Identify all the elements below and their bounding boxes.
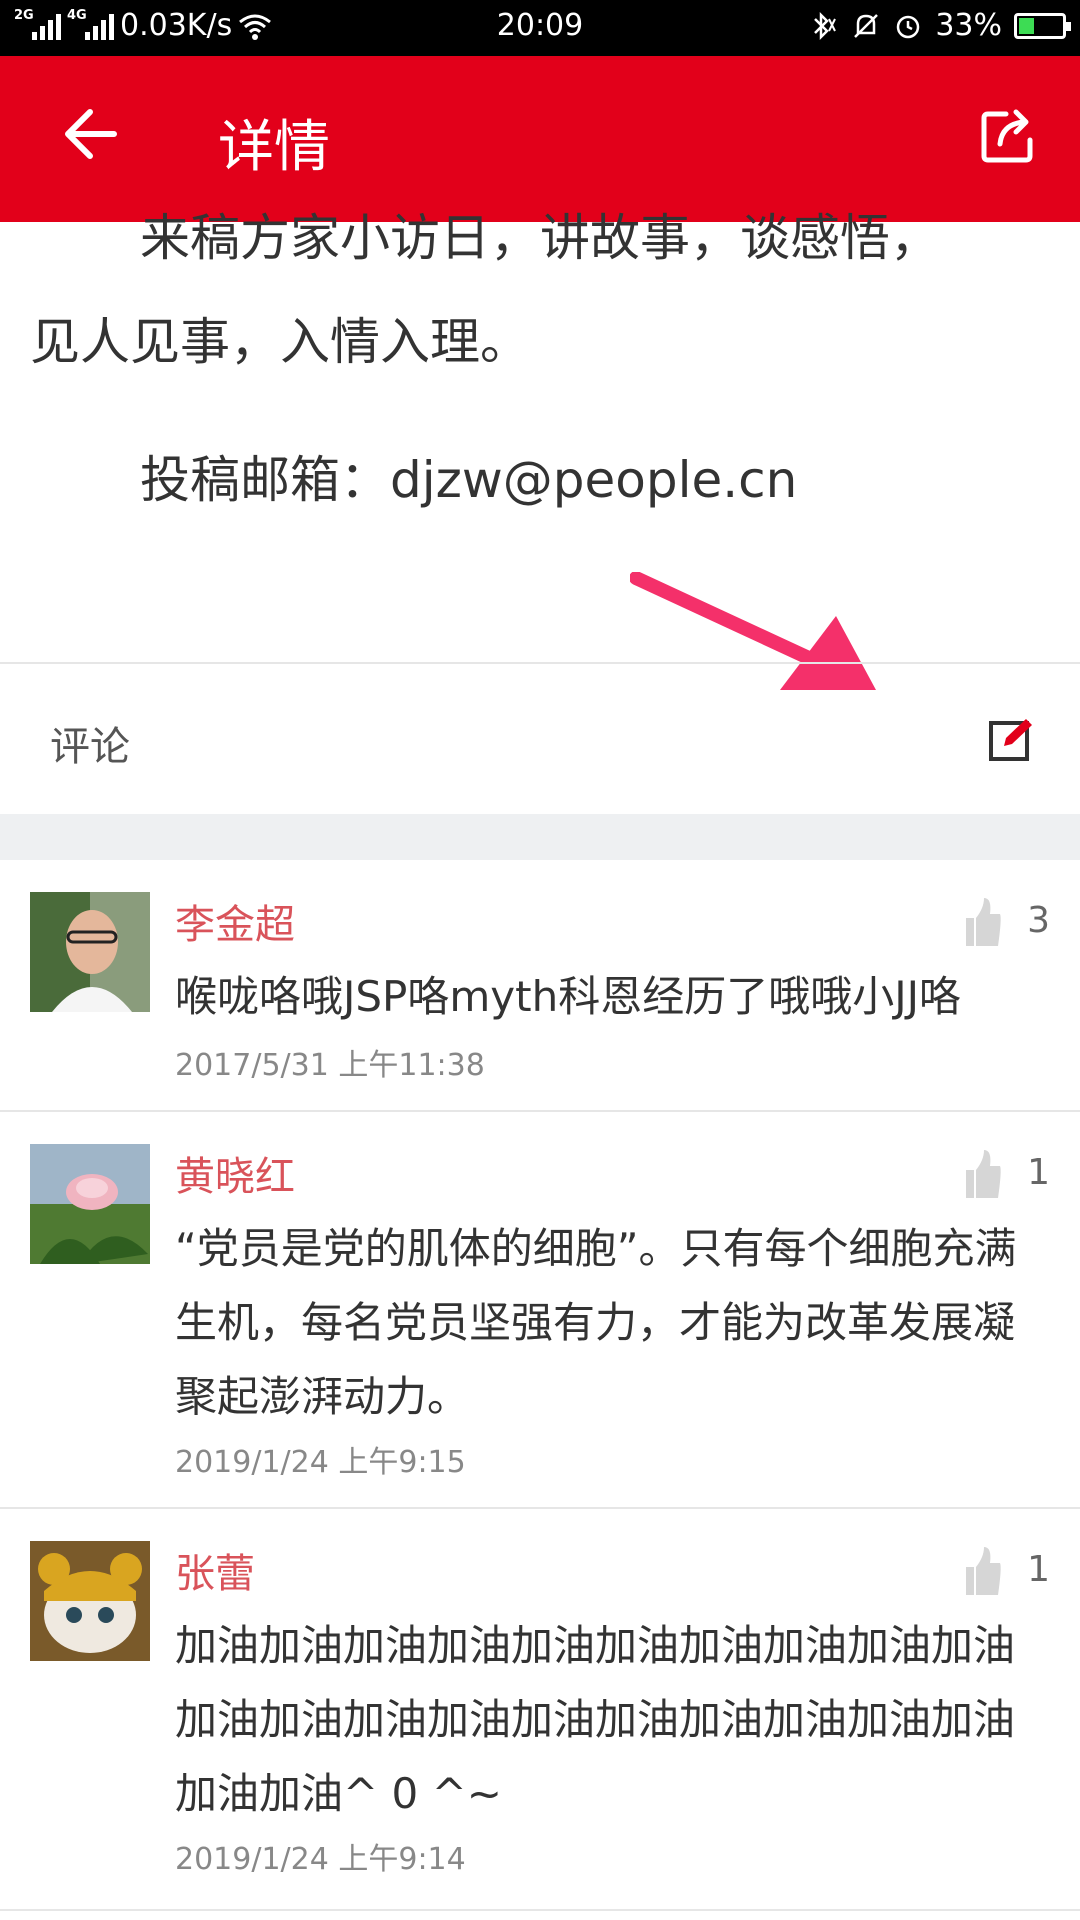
- like-count: 1: [1027, 1152, 1050, 1193]
- battery-icon: [1014, 12, 1071, 39]
- status-bar: 2G 4G 0.03K/s 20:09 33%: [0, 0, 1080, 56]
- battery-level: [1019, 17, 1034, 34]
- thumbs-up-icon[interactable]: [962, 894, 1002, 950]
- avatar: [30, 892, 150, 1012]
- commenter-name[interactable]: 李金超: [175, 892, 295, 950]
- comments-label: 评论: [50, 724, 130, 770]
- bluetooth-icon: [814, 11, 837, 40]
- article-line-cut: 来稿方家小访日，讲故事，谈感悟，: [140, 209, 940, 267]
- battery-percent: 33%: [935, 8, 1002, 43]
- status-right: 33%: [805, 8, 1071, 43]
- submission-email: 投稿邮箱：djzw@people.cn: [140, 451, 798, 509]
- back-arrow-icon[interactable]: [60, 104, 120, 164]
- commenter-name[interactable]: 张蕾: [175, 1541, 255, 1599]
- commenter-name[interactable]: 黄晓红: [175, 1144, 295, 1202]
- avatar: [30, 1541, 150, 1661]
- page-title: 详情: [218, 115, 330, 180]
- article-body: 来稿方家小访日，讲故事，谈感悟， 见人见事，入情入理。 投稿邮箱：djzw@pe…: [0, 209, 1080, 662]
- alarm-icon: [897, 15, 920, 38]
- thumbs-up-icon[interactable]: [962, 1543, 1002, 1599]
- like-count: 1: [1027, 1549, 1050, 1590]
- like-count: 3: [1027, 900, 1050, 941]
- avatar: [30, 1144, 150, 1264]
- article-line: 见人见事，入情入理。: [30, 313, 530, 371]
- comment-item: 张蕾 1 加油加油加油加油加油加油加油加油加油加油加油加油加油加油加油加油加油加…: [0, 1509, 1080, 1911]
- thumbs-up-icon[interactable]: [962, 1146, 1002, 1202]
- share-icon[interactable]: [980, 106, 1038, 164]
- comment-text: 加油加油加油加油加油加油加油加油加油加油加油加油加油加油加油加油加油加油加油加油…: [175, 1621, 1016, 1818]
- comment-item: 黄晓红 1 “党员是党的肌体的细胞”。只有每个细胞充满生机，每名党员坚强有力，才…: [0, 1112, 1080, 1509]
- comment-text: 喉咙咯哦JSP咯myth科恩经历了哦哦小JJ咯: [175, 972, 962, 1021]
- write-comment-icon[interactable]: [988, 716, 1034, 762]
- comment-item: 李金超 3 喉咙咯哦JSP咯myth科恩经历了哦哦小JJ咯 2017/5/31 …: [0, 860, 1080, 1112]
- comment-time: 2017/5/31 上午11:38: [175, 1048, 485, 1083]
- comment-text: “党员是党的肌体的细胞”。只有每个细胞充满生机，每名党员坚强有力，才能为改革发展…: [175, 1224, 1017, 1421]
- comment-time: 2019/1/24 上午9:15: [175, 1445, 466, 1480]
- comments-header: 评论: [0, 664, 1080, 814]
- comment-time: 2019/1/24 上午9:14: [175, 1842, 466, 1877]
- section-gap: [0, 814, 1080, 860]
- mute-bell-icon: [854, 13, 879, 38]
